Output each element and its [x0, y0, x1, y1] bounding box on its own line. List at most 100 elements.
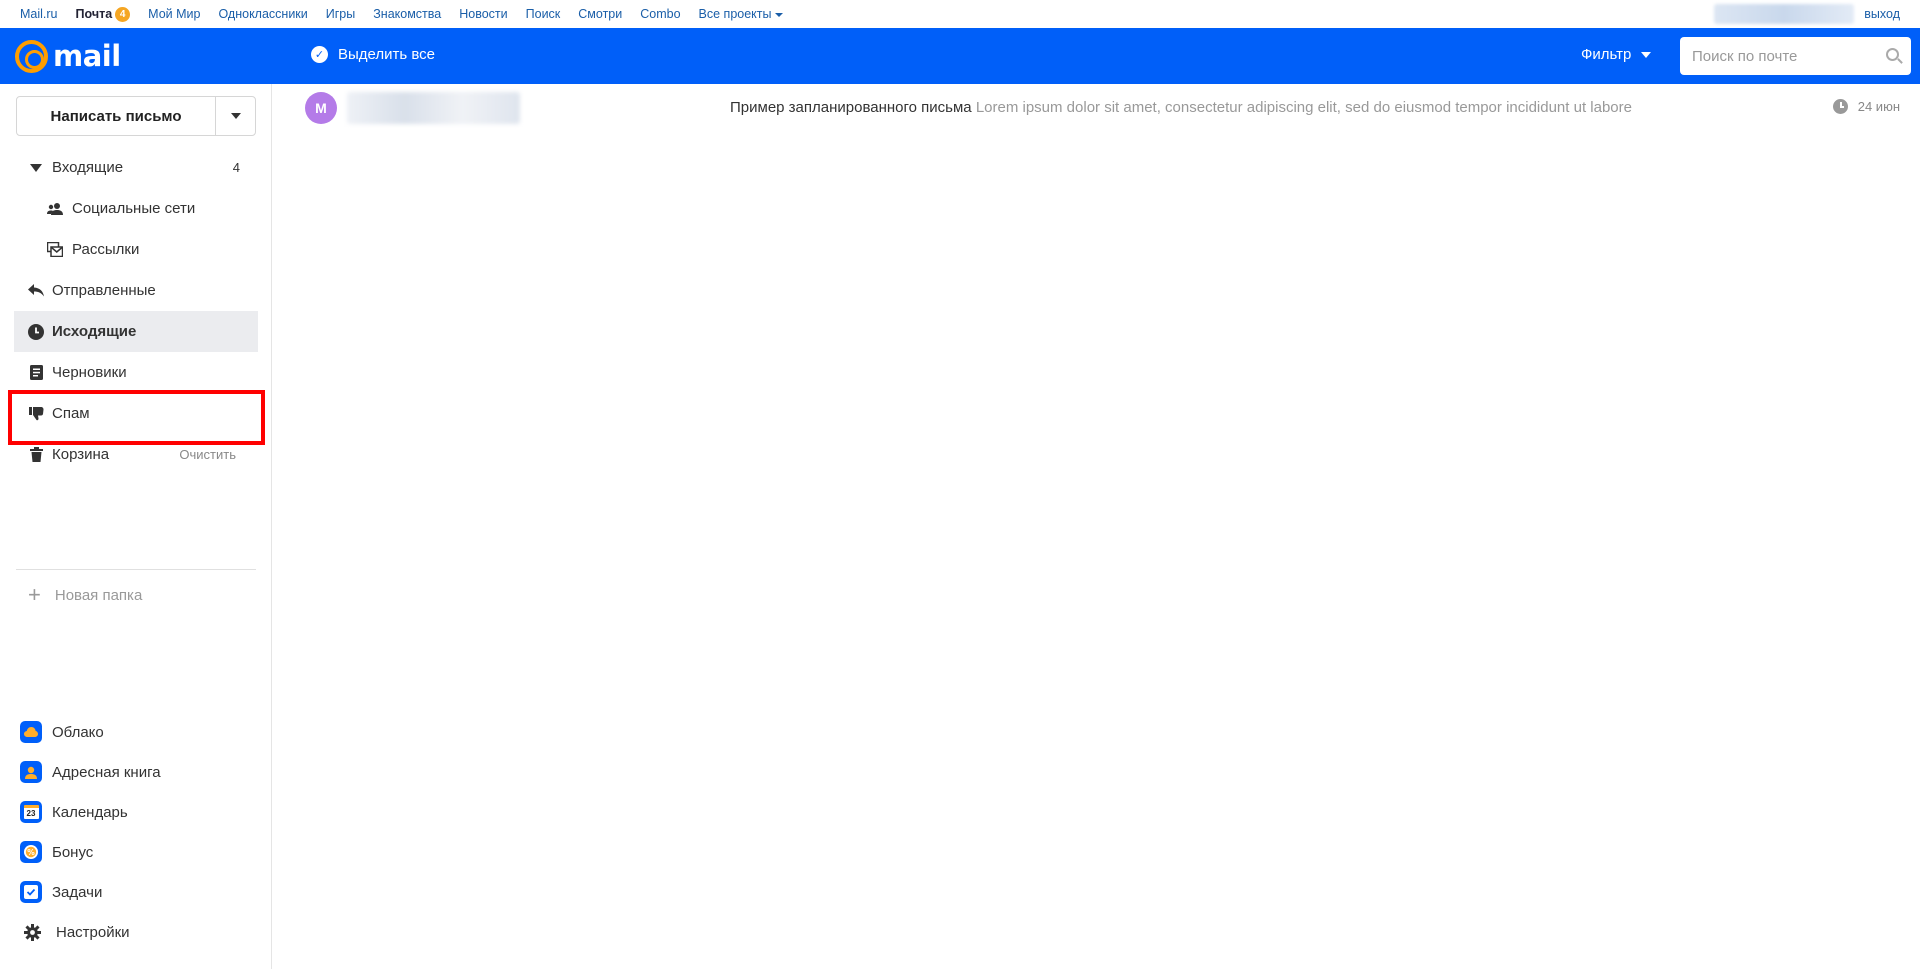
calendar-day: 23: [23, 805, 39, 819]
app-label: Задачи: [52, 883, 103, 901]
portal-link-ok[interactable]: Одноклассники: [218, 7, 307, 21]
checkbox-icon: [20, 881, 42, 903]
search-input[interactable]: [1692, 47, 1877, 65]
triangle-down-icon: [1641, 51, 1652, 58]
sender-name-redacted: [347, 92, 520, 124]
logout-link[interactable]: выход: [1864, 7, 1900, 21]
triangle-down-icon: [230, 113, 241, 119]
clock-icon: [28, 323, 44, 340]
select-all-label: Выделить все: [338, 46, 436, 63]
portal-link-combo[interactable]: Combo: [640, 7, 680, 21]
mail-logo[interactable]: mail: [15, 39, 121, 73]
folder-sent[interactable]: Отправленные: [0, 270, 272, 311]
portal-bar: Mail.ru Почта 4 Мой Мир Одноклассники Игр…: [0, 0, 1920, 28]
caret-down-icon: [774, 13, 783, 17]
new-folder-label: Новая папка: [54, 586, 143, 604]
mail-snippet: Lorem ipsum dolor sit amet, consectetur …: [975, 99, 1632, 116]
gear-icon: [22, 922, 42, 942]
bonus-badge-icon: %: [20, 841, 42, 863]
portal-link-games[interactable]: Игры: [326, 7, 355, 21]
mail-item[interactable]: M Пример запланированного письма Lorem i…: [273, 84, 1920, 132]
at-logo-icon: [15, 39, 48, 73]
cloud-icon: [20, 721, 42, 743]
filter-dropdown[interactable]: Фильтр: [1581, 46, 1652, 63]
folder-list: Входящие 4 Социальные сети Рассылки Отпр…: [0, 147, 272, 475]
portal-links: Mail.ru Почта 4 Мой Мир Одноклассники Игр…: [0, 6, 801, 22]
folder-inbox[interactable]: Входящие 4: [0, 147, 272, 188]
plus-icon: +: [28, 582, 41, 607]
svg-text:%: %: [27, 848, 35, 857]
user-area: выход: [1714, 4, 1900, 24]
check-circle-icon: ✓: [311, 46, 328, 63]
compose-button[interactable]: Написать письмо: [17, 97, 215, 135]
document-icon: [28, 365, 44, 381]
app-label: Настройки: [56, 923, 130, 941]
folder-label: Корзина: [52, 446, 110, 463]
folder-count: 4: [232, 160, 240, 175]
folder-label: Входящие: [52, 159, 124, 176]
mail-date: 24 июн: [1857, 99, 1900, 114]
portal-link-all-projects[interactable]: Все проекты: [699, 7, 783, 21]
app-label: Календарь: [52, 803, 128, 821]
app-tasks[interactable]: Задачи: [0, 872, 272, 912]
app-label: Бонус: [52, 843, 94, 861]
calendar-icon: 23: [20, 801, 42, 823]
folder-label: Рассылки: [72, 241, 140, 258]
sidebar: Написать письмо Входящие 4 Социальные се…: [0, 84, 272, 969]
unread-badge: 4: [115, 6, 131, 22]
portal-link-mailru[interactable]: Mail.ru: [20, 7, 58, 21]
portal-link-mail[interactable]: Почта 4: [75, 6, 131, 22]
newsletter-icon: [47, 242, 63, 258]
mail-date-area: 24 июн: [1832, 99, 1900, 114]
logo-text: mail: [53, 39, 121, 73]
triangle-down-icon[interactable]: [28, 160, 44, 176]
app-header: mail ✓ Выделить все Фильтр: [0, 28, 1920, 84]
avatar[interactable]: M: [305, 92, 337, 124]
folder-label: Социальные сети: [72, 200, 196, 217]
clear-trash-button[interactable]: Очистить: [179, 447, 236, 462]
folder-label: Исходящие: [52, 323, 137, 340]
portal-link-dating[interactable]: Знакомства: [373, 7, 441, 21]
trash-icon: [28, 447, 44, 463]
people-icon: [47, 201, 63, 217]
folder-label: Отправленные: [52, 282, 156, 299]
app-label: Адресная книга: [52, 763, 161, 781]
app-settings[interactable]: Настройки: [0, 912, 272, 952]
mail-list: M Пример запланированного письма Lorem i…: [273, 84, 1920, 969]
app-calendar[interactable]: 23 Календарь: [0, 792, 272, 832]
compose-dropdown-button[interactable]: [215, 97, 255, 135]
search-icon[interactable]: [1886, 48, 1899, 61]
folder-outbox[interactable]: Исходящие: [14, 311, 258, 352]
folder-drafts[interactable]: Черновики: [0, 352, 272, 393]
clock-icon: [1832, 99, 1848, 114]
filter-label: Фильтр: [1581, 46, 1632, 63]
reply-arrow-icon: [28, 283, 44, 299]
app-bonus[interactable]: % Бонус: [0, 832, 272, 872]
mail-subject: Пример запланированного письма: [730, 99, 972, 116]
thumbs-down-icon: [28, 406, 44, 422]
compose-control: Написать письмо: [16, 96, 256, 136]
folder-newsletters[interactable]: Рассылки: [0, 229, 272, 270]
select-all-button[interactable]: ✓ Выделить все: [311, 46, 435, 63]
search-box: [1680, 37, 1911, 75]
app-links: Облако Адресная книга 23 Календарь % Бон…: [0, 712, 272, 952]
folder-trash[interactable]: Корзина Очистить: [0, 434, 272, 475]
folder-label: Спам: [52, 405, 90, 422]
folder-label: Черновики: [52, 364, 127, 381]
mail-preview: Пример запланированного письма Lorem ips…: [730, 99, 1632, 116]
folder-social[interactable]: Социальные сети: [0, 188, 272, 229]
portal-link-watch[interactable]: Смотри: [578, 7, 622, 21]
portal-link-my-world[interactable]: Мой Мир: [148, 7, 200, 21]
contact-icon: [20, 761, 42, 783]
folder-spam[interactable]: Спам: [0, 393, 272, 434]
app-cloud[interactable]: Облако: [0, 712, 272, 752]
all-projects-label: Все проекты: [698, 7, 772, 21]
portal-link-search[interactable]: Поиск: [526, 7, 561, 21]
portal-link-mail-label: Почта: [75, 7, 113, 21]
app-contacts[interactable]: Адресная книга: [0, 752, 272, 792]
portal-link-news[interactable]: Новости: [459, 7, 507, 21]
user-email-redacted[interactable]: [1714, 4, 1855, 24]
new-folder-button[interactable]: + Новая папка: [28, 584, 142, 606]
app-label: Облако: [52, 723, 104, 741]
divider: [16, 569, 256, 570]
